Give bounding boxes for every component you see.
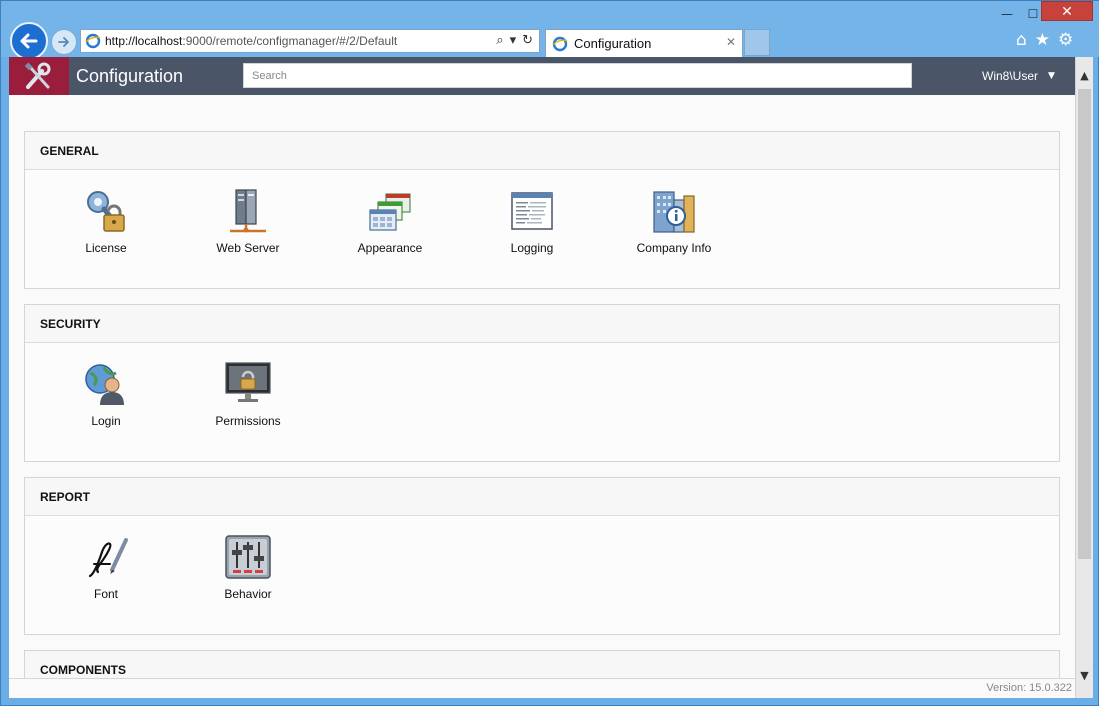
permissions-icon: [224, 361, 272, 409]
favorites-icon[interactable]: ★: [1035, 30, 1050, 50]
arrow-left-icon: [20, 33, 38, 49]
browser-chrome: — ☐ ✕ http://localhost:9000/remote/confi…: [1, 1, 1099, 60]
section-security: SECURITY Login Permissions: [24, 304, 1060, 462]
back-button[interactable]: [10, 22, 48, 60]
user-menu[interactable]: Win8\User ▼: [982, 69, 1055, 83]
license-icon: [82, 188, 130, 236]
tile-appearance[interactable]: Appearance: [330, 188, 450, 255]
maximize-button[interactable]: ☐: [1023, 7, 1043, 21]
tile-permissions[interactable]: Permissions: [188, 361, 308, 428]
address-url[interactable]: http://localhost:9000/remote/configmanag…: [105, 34, 397, 48]
tile-font[interactable]: Font: [46, 534, 166, 601]
ie-page-icon: [552, 36, 568, 51]
caret-down-icon: ▼: [1048, 71, 1055, 81]
tile-company-info[interactable]: Company Info: [614, 188, 734, 255]
section-title: GENERAL: [25, 132, 1059, 170]
section-report: REPORT Font Behavior: [24, 477, 1060, 635]
tile-login[interactable]: Login: [46, 361, 166, 428]
new-tab-button[interactable]: [744, 29, 770, 56]
address-bar[interactable]: http://localhost:9000/remote/configmanag…: [80, 29, 540, 53]
dropdown-icon[interactable]: ▾: [510, 33, 517, 48]
home-icon[interactable]: ⌂: [1016, 30, 1027, 50]
close-window-button[interactable]: ✕: [1041, 1, 1093, 21]
vertical-scrollbar[interactable]: ▲ ▼: [1075, 57, 1093, 698]
app-header: Configuration Win8\User ▼: [9, 57, 1075, 95]
scroll-down-arrow-icon[interactable]: ▼: [1076, 669, 1093, 682]
minimize-button[interactable]: —: [997, 7, 1017, 21]
version-label: Version: 15.0.322: [986, 682, 1072, 694]
tile-label: Appearance: [357, 241, 423, 255]
main-content: GENERAL License Web Server Appearance Lo…: [9, 95, 1075, 678]
section-general: GENERAL License Web Server Appearance Lo…: [24, 131, 1060, 289]
address-host: http://localhost: [105, 34, 183, 48]
page-viewport: Configuration Win8\User ▼ GENERAL: [9, 57, 1075, 698]
tile-label: Company Info: [636, 241, 712, 255]
status-bar: Version: 15.0.322: [9, 678, 1075, 698]
wrench-screwdriver-icon: [24, 62, 51, 89]
tile-behavior[interactable]: Behavior: [188, 534, 308, 601]
app-logo[interactable]: [9, 57, 69, 95]
font-icon: [82, 534, 130, 582]
search-icon[interactable]: ⌕: [496, 33, 503, 48]
app-title: Configuration: [76, 66, 184, 86]
user-name: Win8\User: [982, 69, 1039, 83]
tile-label: License: [85, 241, 127, 255]
settings-icon[interactable]: ⚙: [1058, 30, 1073, 50]
address-path: :9000/remote/configmanager/#/2/Default: [182, 34, 398, 48]
section-body: License Web Server Appearance Logging Co…: [25, 170, 1059, 288]
logging-icon: [508, 188, 556, 236]
tile-label: Permissions: [215, 414, 281, 428]
refresh-icon[interactable]: ↻: [522, 33, 533, 48]
tile-web-server[interactable]: Web Server: [188, 188, 308, 255]
behavior-icon: [224, 534, 272, 582]
scroll-thumb[interactable]: [1078, 89, 1091, 559]
company-info-icon: [650, 188, 698, 236]
browser-toolbar: ⌂ ★ ⚙: [1016, 30, 1073, 50]
arrow-right-icon: [58, 37, 69, 47]
search-input[interactable]: [243, 63, 912, 88]
tile-label: Behavior: [224, 587, 272, 601]
section-title: COMPONENTS: [25, 651, 1059, 678]
section-title: SECURITY: [25, 305, 1059, 343]
login-icon: [82, 361, 130, 409]
scroll-up-arrow-icon[interactable]: ▲: [1076, 69, 1093, 82]
tile-label: Font: [93, 587, 118, 601]
tab-close-icon[interactable]: ✕: [726, 35, 736, 49]
tab-configuration[interactable]: Configuration ✕: [545, 29, 743, 57]
section-body: Font Behavior: [25, 516, 1059, 634]
forward-button[interactable]: [51, 29, 77, 55]
tab-title: Configuration: [574, 36, 652, 51]
tile-license[interactable]: License: [46, 188, 166, 255]
tile-label: Login: [91, 414, 121, 428]
tile-label: Web Server: [216, 241, 280, 255]
section-title: REPORT: [25, 478, 1059, 516]
tile-logging[interactable]: Logging: [472, 188, 592, 255]
address-tools: ⌕ ▾ ↻: [496, 33, 533, 48]
section-body: Login Permissions: [25, 343, 1059, 461]
appearance-icon: [366, 188, 414, 236]
ie-page-icon: [85, 33, 101, 49]
section-components: COMPONENTS: [24, 650, 1060, 678]
tile-label: Logging: [510, 241, 554, 255]
browser-window: — ☐ ✕ http://localhost:9000/remote/confi…: [0, 0, 1099, 706]
web-server-icon: [224, 188, 272, 236]
